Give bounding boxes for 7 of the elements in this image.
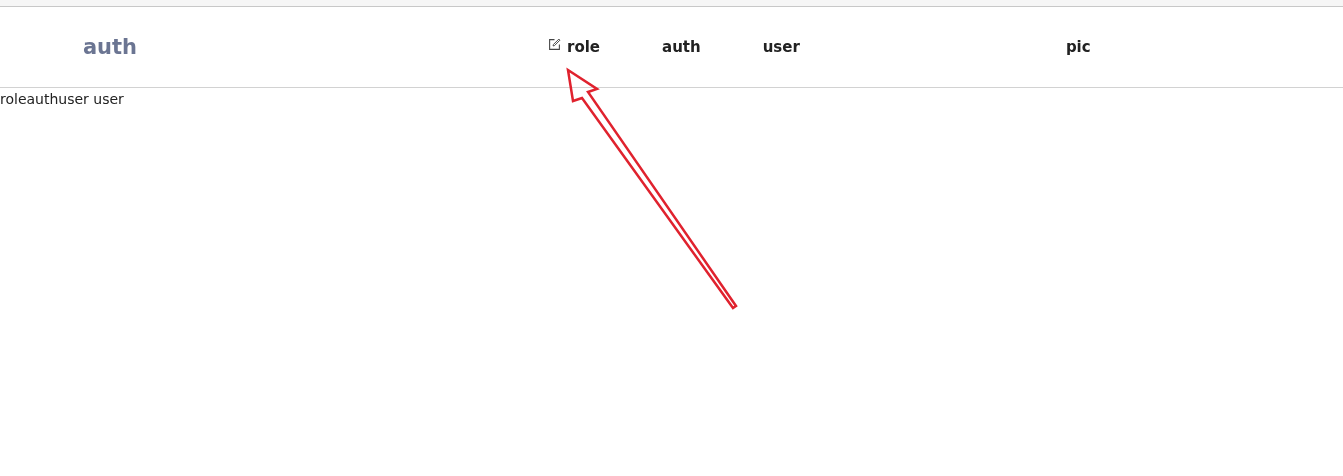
edit-icon — [548, 37, 561, 51]
nav-link[interactable]: auth — [662, 38, 701, 56]
site-title: auth — [82, 35, 138, 59]
body-text: roleauthuser user — [0, 90, 125, 107]
nav-link[interactable]: role — [567, 38, 601, 56]
nav-link[interactable]: user — [762, 38, 800, 56]
nav-link[interactable]: pic — [1065, 38, 1091, 56]
